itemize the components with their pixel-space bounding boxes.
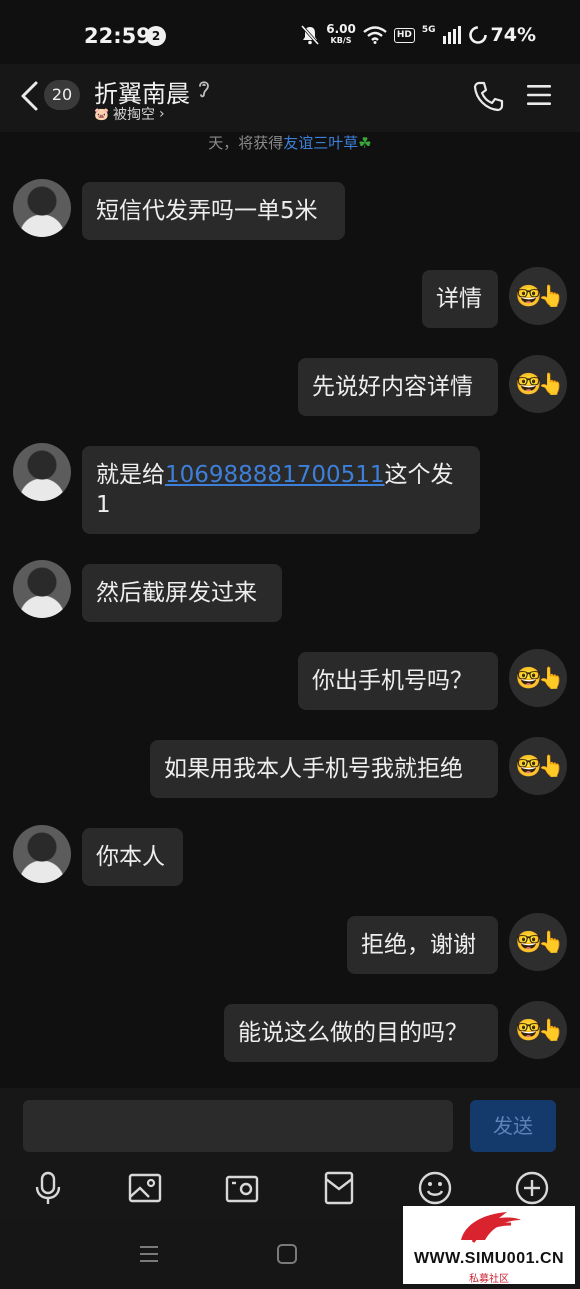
network-type: 5G (421, 25, 436, 35)
image-icon[interactable] (127, 1170, 163, 1206)
plus-icon[interactable] (514, 1170, 550, 1206)
contact-avatar[interactable] (13, 443, 71, 501)
emoji-icon[interactable] (417, 1170, 453, 1206)
friendship-notice: 天，将获得友谊三叶草☘ (0, 132, 580, 153)
message-bubble-me[interactable]: 你出手机号吗？ (298, 652, 498, 710)
watermark-logo-icon (461, 1212, 521, 1243)
chat-header: 20 折翼南晨 🐷 被掏空 › (0, 64, 580, 132)
phone-icon[interactable] (472, 80, 504, 112)
menu-icon[interactable] (526, 82, 552, 108)
message-input[interactable] (23, 1100, 453, 1152)
red-packet-icon[interactable] (321, 1170, 357, 1206)
message-bubble-me[interactable]: 能说这么做的目的吗？ (224, 1004, 498, 1062)
message-bubble-them[interactable]: 你本人 (82, 828, 183, 886)
composer: 发送 (0, 1088, 580, 1218)
message-text: 这个发 (384, 462, 454, 488)
message-text: 1 (96, 492, 111, 518)
ear-icon (199, 81, 209, 98)
message-bubble-me[interactable]: 详情 (422, 270, 498, 328)
friendship-highlight[interactable]: 友谊三叶草 (283, 134, 358, 152)
message-bubble-me[interactable]: 先说好内容详情 (298, 358, 498, 416)
status-icons: 6.00 KB/S HD 5G 74% (301, 22, 536, 46)
my-avatar[interactable]: 🤓👆 (509, 267, 567, 325)
watermark: WWW.SIMU001.CN 私募社区 (403, 1206, 575, 1285)
battery-ring-icon (468, 26, 487, 44)
phone-number-link[interactable]: 106988881700511 (165, 462, 385, 488)
message-bubble-me[interactable]: 如果用我本人手机号我就拒绝 (150, 740, 498, 798)
contact-status-text: 被掏空 (112, 107, 155, 123)
mute-bell-icon (301, 25, 320, 45)
friendship-text: 天，将获得 (208, 134, 284, 152)
home-icon[interactable] (275, 1242, 299, 1266)
unread-count-badge[interactable]: 20 (44, 80, 80, 110)
net-speed: 6.00 KB/S (326, 22, 356, 46)
watermark-url: WWW.SIMU001.CN (413, 1250, 565, 1267)
message-bubble-me[interactable]: 拒绝，谢谢 (347, 916, 498, 974)
camera-icon[interactable] (224, 1170, 260, 1206)
net-speed-value: 6.00 (326, 22, 356, 36)
battery: 74% (468, 24, 536, 46)
message-bubble-them[interactable]: 短信代发弄吗一单5米 (82, 182, 345, 240)
recent-apps-icon[interactable] (137, 1242, 161, 1266)
hd-badge: HD (393, 27, 415, 43)
contact-avatar[interactable] (13, 825, 71, 883)
battery-percent: 74% (490, 24, 536, 46)
signal-icon (442, 26, 461, 44)
my-avatar[interactable]: 🤓👆 (509, 737, 567, 795)
send-button[interactable]: 发送 (470, 1100, 556, 1152)
chevron-right-icon: › (158, 106, 165, 122)
message-text: 就是给 (96, 462, 165, 488)
message-bubble-them[interactable]: 然后截屏发过来 (82, 564, 282, 622)
clover-emoji: ☘ (358, 134, 372, 152)
status-time: 22:59 (84, 24, 151, 48)
my-avatar[interactable]: 🤓👆 (509, 913, 567, 971)
status-bar: 22:59 2 6.00 KB/S HD 5G 74% (0, 0, 580, 72)
my-avatar[interactable]: 🤓👆 (509, 1001, 567, 1059)
watermark-subtitle: 私募社区 (469, 1274, 509, 1285)
notification-badge: 2 (146, 26, 166, 46)
contact-status[interactable]: 🐷 被掏空 › (94, 104, 165, 124)
net-speed-unit: KB/S (330, 36, 352, 45)
pig-emoji: 🐷 (94, 107, 109, 121)
my-avatar[interactable]: 🤓👆 (509, 649, 567, 707)
microphone-icon[interactable] (30, 1170, 66, 1206)
wifi-icon (363, 26, 387, 44)
contact-avatar[interactable] (13, 179, 71, 237)
contact-avatar[interactable] (13, 560, 71, 618)
message-bubble-them[interactable]: 就是给106988881700511这个发 1 (82, 446, 480, 534)
back-arrow-icon[interactable] (18, 80, 44, 112)
my-avatar[interactable]: 🤓👆 (509, 355, 567, 413)
